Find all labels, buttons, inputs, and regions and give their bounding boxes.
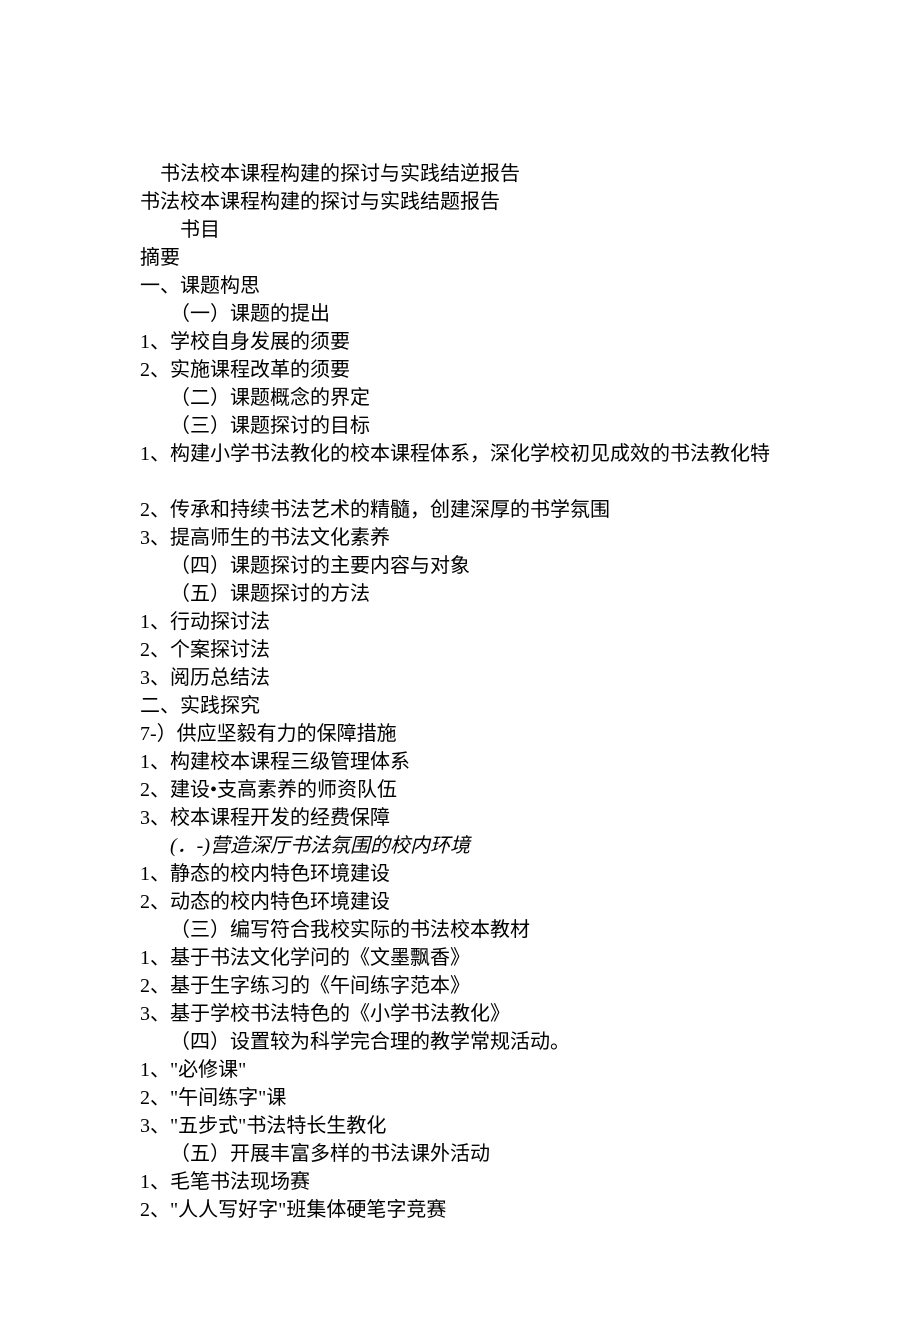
outline-item: 7-）供应坚毅有力的保障措施 — [140, 720, 780, 748]
outline-item: 2、实施课程改革的须要 — [140, 356, 780, 384]
outline-item: （四）课题探讨的主要内容与对象 — [140, 552, 780, 580]
outline-item: 2、"人人写好字"班集体硬笔字竞赛 — [140, 1196, 780, 1224]
outline-item: 1、构建校本课程三级管理体系 — [140, 748, 780, 776]
outline-item: 3、基于学校书法特色的《小学书法教化》 — [140, 1000, 780, 1028]
outline-item: 1、毛笔书法现场赛 — [140, 1168, 780, 1196]
outline-item: 1、构建小学书法教化的校本课程体系，深化学校初见成效的书法教化特 — [140, 440, 780, 468]
outline-item: （二）课题概念的界定 — [140, 384, 780, 412]
outline-item: 2、个案探讨法 — [140, 636, 780, 664]
outline-item: （五）课题探讨的方法 — [140, 580, 780, 608]
outline-item: 1、行动探讨法 — [140, 608, 780, 636]
outline-item: 3、阅历总结法 — [140, 664, 780, 692]
document-title: 书法校本课程构建的探讨与实践结逆报告 — [140, 160, 780, 188]
outline-item: 3、提高师生的书法文化素养 — [140, 524, 780, 552]
table-of-contents-label: 书目 — [140, 216, 780, 244]
outline-item: （一）课题的提出 — [140, 300, 780, 328]
outline-item: 3、"五步式"书法特长生教化 — [140, 1112, 780, 1140]
outline-item: 2、基于生字练习的《午间练字范本》 — [140, 972, 780, 1000]
outline-item: （四）设置较为科学完合理的教学常规活动。 — [140, 1028, 780, 1056]
outline-item: 2、传承和持续书法艺术的精髓，创建深厚的书学氛围 — [140, 496, 780, 524]
outline-item: 2、"午间练字"课 — [140, 1084, 780, 1112]
document-page: 书法校本课程构建的探讨与实践结逆报告 书法校本课程构建的探讨与实践结题报告 书目… — [0, 0, 920, 1324]
outline-list: 摘要一、课题构思（一）课题的提出1、学校自身发展的须要2、实施课程改革的须要（二… — [140, 244, 780, 1224]
outline-item: (．-)营造深厅书法氛围的校内环境 — [140, 832, 780, 860]
outline-item: 1、学校自身发展的须要 — [140, 328, 780, 356]
outline-item: 1、静态的校内特色环境建设 — [140, 860, 780, 888]
outline-item: （三）编写符合我校实际的书法校本教材 — [140, 916, 780, 944]
document-subtitle: 书法校本课程构建的探讨与实践结题报告 — [140, 188, 780, 216]
outline-item — [140, 468, 780, 496]
outline-item: 2、动态的校内特色环境建设 — [140, 888, 780, 916]
outline-item: 1、基于书法文化学问的《文墨飘香》 — [140, 944, 780, 972]
outline-item: 一、课题构思 — [140, 272, 780, 300]
outline-item: （五）开展丰富多样的书法课外活动 — [140, 1140, 780, 1168]
outline-item: 3、校本课程开发的经费保障 — [140, 804, 780, 832]
outline-item: 2、建设•支高素养的师资队伍 — [140, 776, 780, 804]
outline-item: 二、实践探究 — [140, 692, 780, 720]
outline-item: （三）课题探讨的目标 — [140, 412, 780, 440]
outline-item: 1、"必修课" — [140, 1056, 780, 1084]
outline-item: 摘要 — [140, 244, 780, 272]
